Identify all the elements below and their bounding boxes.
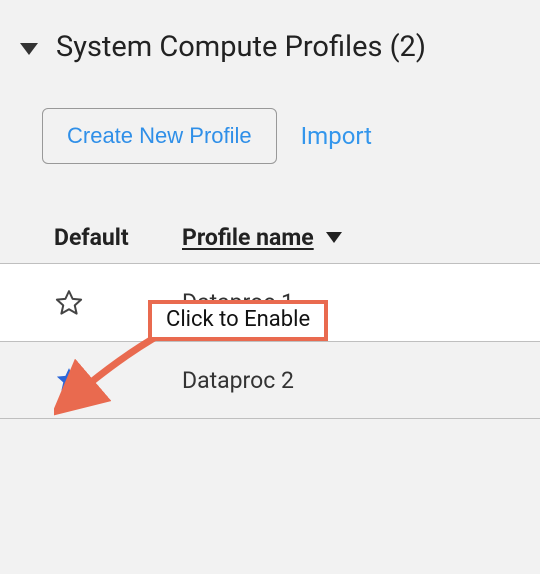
column-header-profile-name-label: Profile name [182, 224, 314, 251]
column-header-default: Default [54, 224, 182, 251]
create-new-profile-button[interactable]: Create New Profile [42, 108, 277, 164]
default-toggle-star[interactable] [54, 365, 84, 395]
star-filled-icon [54, 365, 84, 395]
table-row[interactable]: Dataproc 2 [0, 341, 540, 419]
section-header[interactable]: System Compute Profiles (2) [0, 30, 540, 64]
annotation-label: Click to Enable [166, 307, 310, 332]
column-header-profile-name[interactable]: Profile name [182, 224, 342, 251]
star-outline-icon [54, 288, 84, 318]
section-title: System Compute Profiles (2) [56, 30, 426, 64]
collapse-caret-icon [20, 43, 38, 55]
annotation-callout: Click to Enable [148, 300, 328, 341]
profile-name-cell: Dataproc 2 [182, 367, 294, 394]
import-link[interactable]: Import [301, 122, 372, 150]
default-toggle-star[interactable] [54, 288, 84, 318]
sort-desc-icon [326, 232, 342, 243]
